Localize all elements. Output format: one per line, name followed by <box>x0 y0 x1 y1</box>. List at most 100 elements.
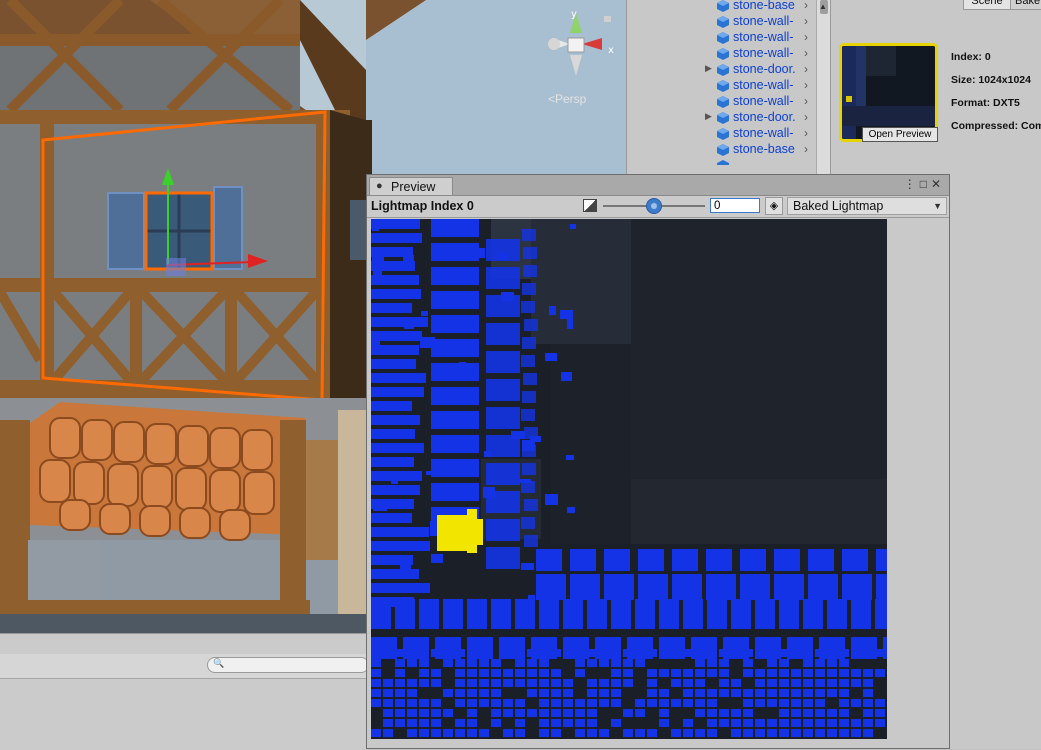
uv-island <box>839 709 849 717</box>
uv-island <box>467 659 477 667</box>
hierarchy-item[interactable]: stone-base › <box>705 0 815 14</box>
chevron-right-icon[interactable]: › <box>804 142 808 156</box>
chevron-right-icon[interactable]: › <box>804 126 808 140</box>
uv-island <box>815 669 825 677</box>
uv-island <box>503 679 513 687</box>
uv-island <box>403 255 414 261</box>
uv-island <box>522 463 536 475</box>
uv-island <box>551 699 561 707</box>
uv-island <box>647 679 657 687</box>
lightmap-uv-chart <box>371 219 887 739</box>
hierarchy-item[interactable]: stone-wall- › <box>705 46 815 62</box>
uv-island <box>539 699 549 707</box>
tab-baked[interactable]: Bake <box>1010 0 1041 10</box>
uv-island <box>659 699 669 707</box>
uv-island <box>371 649 381 657</box>
uv-island <box>863 709 873 717</box>
chevron-right-icon[interactable]: › <box>804 0 808 12</box>
close-icon[interactable]: ✕ <box>931 177 945 191</box>
uv-island <box>815 729 825 737</box>
lightmap-mode-dropdown[interactable]: Baked Lightmap ▼ <box>787 197 947 215</box>
cube-icon <box>717 0 729 12</box>
hierarchy-item[interactable]: stone-wall- › <box>705 14 815 30</box>
chevron-right-icon[interactable]: › <box>804 94 808 108</box>
search-input[interactable]: 🔍 <box>207 657 369 673</box>
uv-island <box>539 679 549 687</box>
uv-island <box>683 719 693 727</box>
layers-button[interactable]: ◈ <box>765 197 783 215</box>
tab-preview[interactable]: ● Preview <box>369 177 453 195</box>
uv-island <box>839 729 849 737</box>
uv-island <box>695 659 705 667</box>
projection-toggle[interactable]: <Persp <box>548 92 586 106</box>
uv-island <box>647 669 657 677</box>
uv-island <box>371 513 412 523</box>
uv-island <box>815 649 825 657</box>
hierarchy-item[interactable]: stone-base › <box>705 142 815 158</box>
chevron-right-icon[interactable]: › <box>804 110 808 124</box>
uv-island <box>743 729 753 737</box>
scroll-up-icon[interactable]: ▲ <box>819 2 827 11</box>
open-preview-button[interactable]: Open Preview <box>862 127 938 142</box>
uv-island <box>851 669 861 677</box>
uv-island <box>467 244 474 253</box>
scene-view[interactable] <box>0 0 366 633</box>
uv-island <box>767 649 777 657</box>
uv-island <box>842 549 868 571</box>
cube-icon <box>717 48 729 60</box>
orientation-gizmo[interactable]: y x <box>540 8 620 88</box>
uv-island <box>467 679 477 687</box>
uv-island <box>539 599 559 629</box>
more-options-icon[interactable]: ⋮ <box>904 177 920 191</box>
exposure-input[interactable] <box>710 198 760 213</box>
hierarchy-item[interactable]: ▶ stone-door. › <box>705 110 815 126</box>
hierarchy-item[interactable]: ▶ stone-door. › <box>705 62 815 78</box>
lightmap-compressed-label: Compressed: Comp <box>951 120 1041 132</box>
uv-island <box>524 535 538 547</box>
preview-window[interactable]: ● Preview ⋮□✕ Lightmap Index 0 ◈ Baked L… <box>366 174 950 749</box>
uv-island <box>839 679 849 687</box>
lightmap-viewer[interactable] <box>371 219 887 739</box>
uv-island <box>707 729 717 737</box>
uv-island <box>371 387 424 397</box>
uv-island <box>587 649 597 657</box>
uv-island <box>599 679 609 687</box>
uv-island <box>767 669 777 677</box>
maximize-icon[interactable]: □ <box>920 177 931 191</box>
uv-island <box>743 649 753 657</box>
uv-island <box>491 709 501 717</box>
uv-island <box>389 416 397 420</box>
uv-island <box>431 363 479 381</box>
tab-scene[interactable]: Scene <box>963 0 1011 10</box>
expand-arrow-icon[interactable]: ▶ <box>705 111 715 122</box>
chevron-right-icon[interactable]: › <box>804 78 808 92</box>
exposure-slider-handle[interactable] <box>646 198 662 214</box>
hierarchy-item-partial[interactable] <box>705 158 815 165</box>
hierarchy-item[interactable]: stone-wall- › <box>705 78 815 94</box>
uv-island <box>707 669 717 677</box>
uv-island <box>479 729 489 737</box>
hierarchy-scrollbar[interactable]: ▲ <box>816 0 831 175</box>
chevron-right-icon[interactable]: › <box>804 62 808 76</box>
uv-island <box>755 719 765 727</box>
uv-island <box>587 679 597 687</box>
uv-island <box>383 699 393 707</box>
uv-island <box>827 599 847 629</box>
uv-island <box>719 659 729 667</box>
chevron-right-icon[interactable]: › <box>804 30 808 44</box>
chevron-right-icon[interactable]: › <box>804 46 808 60</box>
mode-dropdown-label: Baked Lightmap <box>793 199 884 213</box>
uv-island <box>560 310 573 319</box>
uv-island <box>567 507 575 513</box>
hierarchy-item[interactable]: stone-wall- › <box>705 94 815 110</box>
hierarchy-item[interactable]: stone-wall- › <box>705 30 815 46</box>
expand-arrow-icon[interactable]: ▶ <box>705 63 715 74</box>
hierarchy-item[interactable]: stone-wall- › <box>705 126 815 142</box>
uv-island <box>528 595 535 602</box>
uv-island <box>683 649 693 657</box>
uv-island <box>371 338 380 348</box>
uv-island <box>455 699 465 707</box>
uv-island <box>539 719 549 727</box>
uv-island <box>371 569 419 579</box>
chevron-right-icon[interactable]: › <box>804 14 808 28</box>
